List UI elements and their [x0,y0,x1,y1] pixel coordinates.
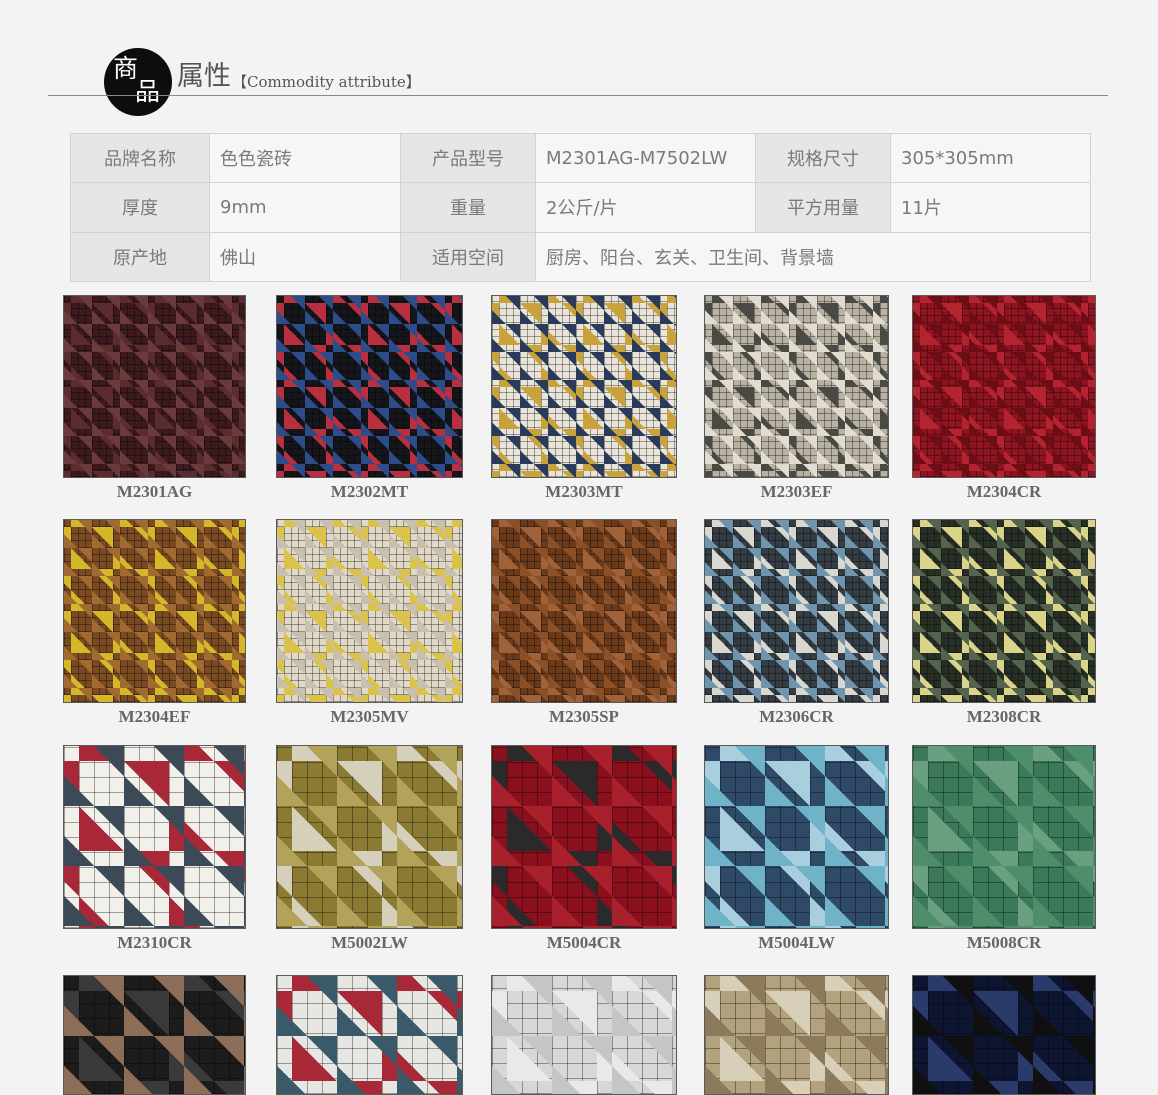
product-swatch[interactable] [276,519,463,703]
product-code: M2302MT [330,482,409,501]
product-swatch[interactable] [63,519,246,703]
product-code: M2303EF [760,482,833,501]
product-swatch[interactable] [912,519,1096,703]
product-code: M2301AG [116,482,193,501]
product-code: M2305SP [549,707,619,726]
product-code: M2308CR [966,707,1042,726]
product-swatch[interactable] [912,975,1096,1095]
product-code: M2310CR [117,933,192,952]
product-swatch[interactable] [63,975,246,1095]
product-code: M5008CR [966,933,1042,952]
product-swatch[interactable] [912,295,1096,478]
product-code: M5004LW [758,933,835,952]
product-code: M2304EF [118,707,191,726]
product-swatch[interactable] [491,519,677,703]
product-swatch[interactable] [704,745,889,929]
product-swatch[interactable] [63,745,246,929]
product-swatch[interactable] [704,975,889,1095]
product-code: M2306CR [759,707,834,726]
product-swatch[interactable] [276,295,463,478]
product-swatch[interactable] [491,975,677,1095]
product-code: M5002LW [331,933,408,952]
product-code: M2305MV [330,707,409,726]
product-swatch[interactable] [491,295,677,478]
product-swatch[interactable] [276,975,463,1095]
product-grid: M2301AG M2302MT M2303MT M2303EF M2304CR M2304… [0,0,1158,1095]
product-swatch[interactable] [704,295,889,478]
product-code: M2303MT [545,482,623,501]
product-swatch[interactable] [63,295,246,478]
product-swatch[interactable] [704,519,889,703]
product-code: M2304CR [966,482,1042,501]
product-swatch[interactable] [276,745,463,929]
product-code: M5004CR [546,933,622,952]
product-swatch[interactable] [912,745,1096,929]
product-swatch[interactable] [491,745,677,929]
